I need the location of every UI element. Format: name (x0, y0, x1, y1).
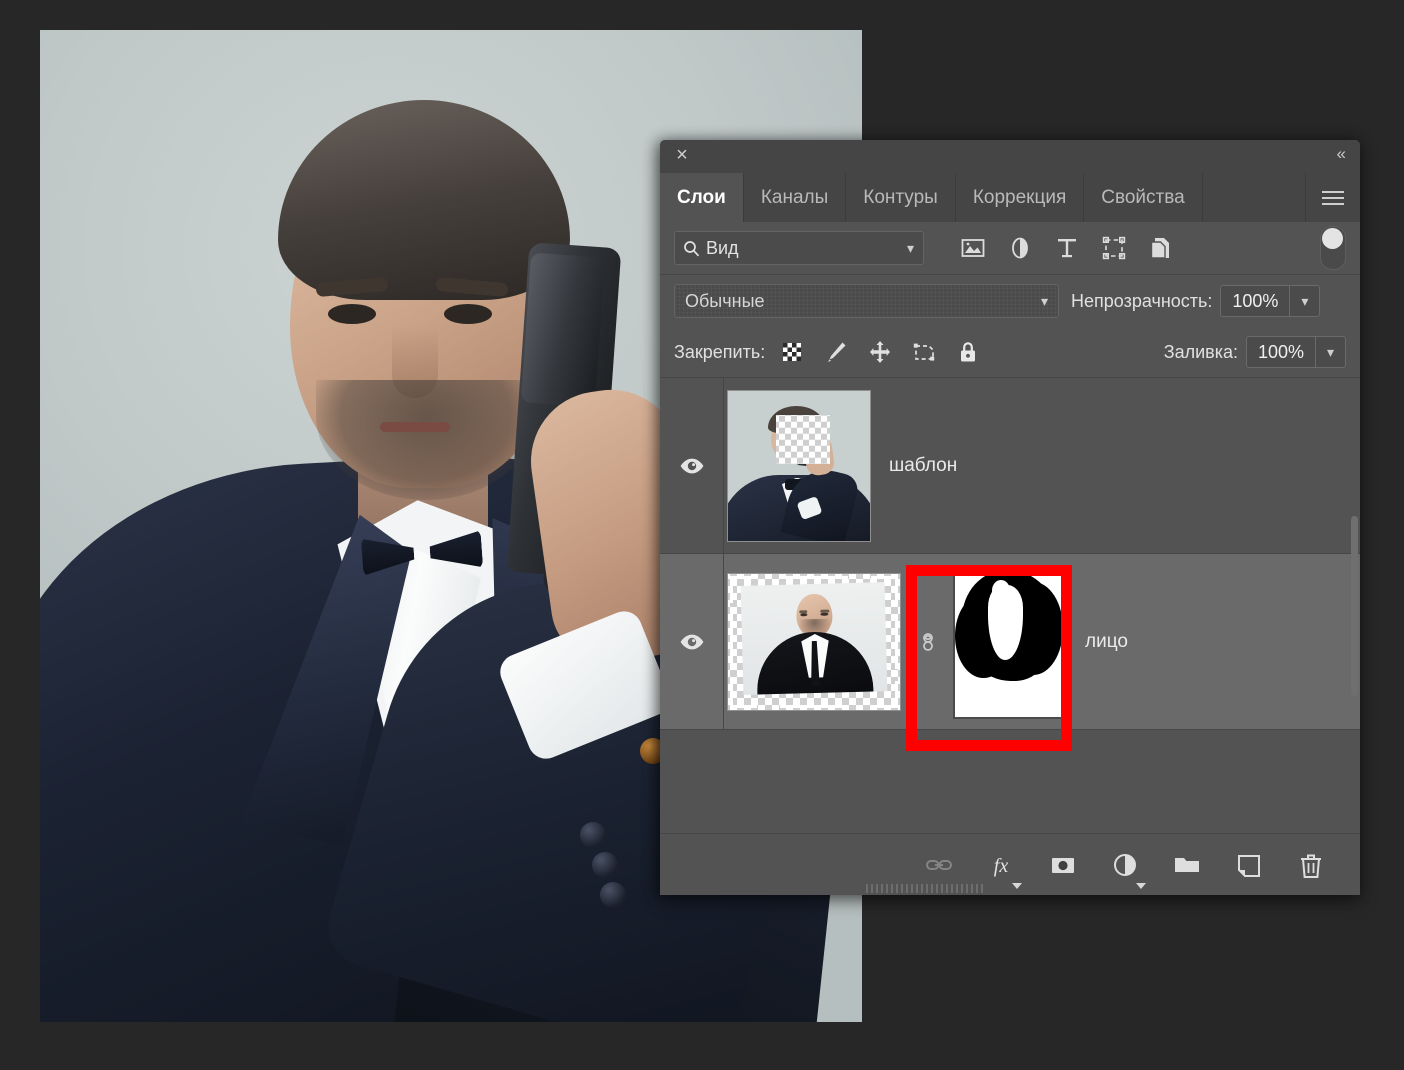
layer-list: шаблон (660, 377, 1360, 782)
panel-menu-icon[interactable] (1306, 173, 1360, 222)
mask-link-icon[interactable] (915, 629, 941, 655)
layer-row-face[interactable]: лицо (660, 554, 1360, 730)
panel-resize-grip[interactable] (866, 884, 984, 893)
layer-visibility-toggle[interactable] (660, 633, 723, 651)
photo-bow-tie (361, 526, 484, 580)
layer-thumbnail[interactable] (727, 573, 901, 711)
new-group-icon[interactable] (1172, 850, 1202, 880)
eye-icon (679, 633, 705, 651)
caret-down-icon (1012, 883, 1022, 889)
photo-pistol-slide (521, 253, 605, 408)
layers-panel: × « Слои Каналы Контуры Коррекция Свойст… (660, 140, 1360, 895)
delete-layer-icon[interactable] (1296, 850, 1326, 880)
transform-handle-bottom-left (730, 681, 757, 708)
blend-mode-value: Обычные (685, 291, 765, 312)
eye-icon (679, 457, 705, 475)
blend-mode-select[interactable]: Обычные ▾ (674, 284, 1059, 318)
thumb-photo (740, 583, 887, 696)
new-layer-icon[interactable] (1234, 850, 1264, 880)
tab-adjustments[interactable]: Коррекция (956, 173, 1084, 222)
layer-visibility-toggle[interactable] (660, 457, 723, 475)
photo-right-eye (444, 304, 492, 324)
panel-tab-bar: Слои Каналы Контуры Коррекция Свойства (660, 173, 1360, 222)
thumb-transparent-face-area (776, 415, 830, 465)
search-icon (683, 240, 700, 257)
photo-mouth (380, 422, 450, 432)
layer-filter-row: Вид ▾ (660, 222, 1360, 275)
svg-text:fx: fx (994, 855, 1009, 877)
layer-mask-thumbnail[interactable] (953, 565, 1067, 719)
lock-position-icon[interactable] (867, 339, 893, 365)
filter-type-icons (960, 235, 1174, 261)
fill-label: Заливка: (1164, 342, 1238, 363)
transform-handle-bottom-right (871, 681, 898, 708)
layer-thumbnail[interactable] (727, 390, 871, 542)
mask-revealed-forehead-area (992, 580, 1010, 601)
tab-paths[interactable]: Контуры (846, 173, 956, 222)
transform-edge-left (730, 614, 733, 668)
layer-name-template[interactable]: шаблон (889, 455, 957, 477)
photo-sleeve-button-2 (592, 852, 618, 878)
panel-title-bar: × « (660, 140, 1360, 173)
new-adjustment-layer-icon[interactable] (1110, 850, 1140, 880)
tab-properties[interactable]: Свойства (1084, 173, 1202, 222)
filter-kind-select[interactable]: Вид ▾ (674, 231, 924, 265)
opacity-input[interactable]: 100% (1220, 285, 1290, 317)
tab-bar-spacer (1203, 173, 1306, 222)
fill-stepper-icon[interactable]: ▾ (1316, 336, 1346, 368)
adjustment-layer-filter-icon[interactable] (1007, 235, 1033, 261)
transform-handle-top-right (871, 576, 898, 603)
hamburger-icon (1322, 187, 1344, 209)
pixel-layer-filter-icon[interactable] (960, 235, 986, 261)
row-divider (723, 554, 724, 729)
row-divider (723, 378, 724, 553)
lock-all-icon[interactable] (955, 339, 981, 365)
layer-list-scrollbar[interactable] (1351, 516, 1358, 696)
layer-styles-fx-icon[interactable]: fx (986, 850, 1016, 880)
tab-channels[interactable]: Каналы (744, 173, 846, 222)
link-layers-icon[interactable] (924, 850, 954, 880)
panel-bottom-toolbar: fx (660, 833, 1360, 895)
add-layer-mask-icon[interactable] (1048, 850, 1078, 880)
photo-sleeve-button-3 (600, 882, 626, 908)
lock-artboard-nesting-icon[interactable] (911, 339, 937, 365)
transform-edge-top (780, 576, 849, 579)
fx-glyph: fx (986, 850, 1016, 880)
caret-down-icon (1136, 883, 1146, 889)
filter-enable-toggle[interactable] (1320, 226, 1346, 270)
opacity-stepper-icon[interactable]: ▾ (1290, 285, 1320, 317)
lock-label: Закрепить: (674, 342, 765, 363)
transform-edge-right (895, 614, 898, 668)
fill-input[interactable]: 100% (1246, 336, 1316, 368)
layer-name-face[interactable]: лицо (1085, 631, 1128, 653)
tab-layers[interactable]: Слои (660, 173, 744, 222)
half-filled-circle-glyph (1110, 850, 1140, 880)
lock-icon-group (779, 339, 981, 365)
photo-left-eye (328, 304, 376, 324)
chevron-down-icon: ▾ (907, 240, 914, 257)
lock-row: Закрепить: (660, 327, 1360, 377)
collapse-panel-icon[interactable]: « (1337, 144, 1344, 164)
filter-kind-value: Вид (706, 238, 739, 259)
lock-image-pixels-icon[interactable] (823, 339, 849, 365)
shape-layer-filter-icon[interactable] (1101, 235, 1127, 261)
blend-mode-row: Обычные ▾ Непрозрачность: 100% ▾ (660, 275, 1360, 327)
close-icon[interactable]: × (671, 145, 693, 167)
photo-sleeve-button-1 (580, 822, 606, 848)
toggle-knob (1322, 228, 1343, 249)
smart-object-filter-icon[interactable] (1148, 235, 1174, 261)
lock-transparency-icon[interactable] (779, 339, 805, 365)
opacity-label: Непрозрачность: (1071, 291, 1212, 312)
layer-row-template[interactable]: шаблон (660, 378, 1360, 554)
transform-edge-bottom (780, 705, 849, 708)
chevron-down-icon: ▾ (1041, 293, 1048, 310)
transform-handle-top-left (730, 576, 757, 603)
type-layer-filter-icon[interactable] (1054, 235, 1080, 261)
